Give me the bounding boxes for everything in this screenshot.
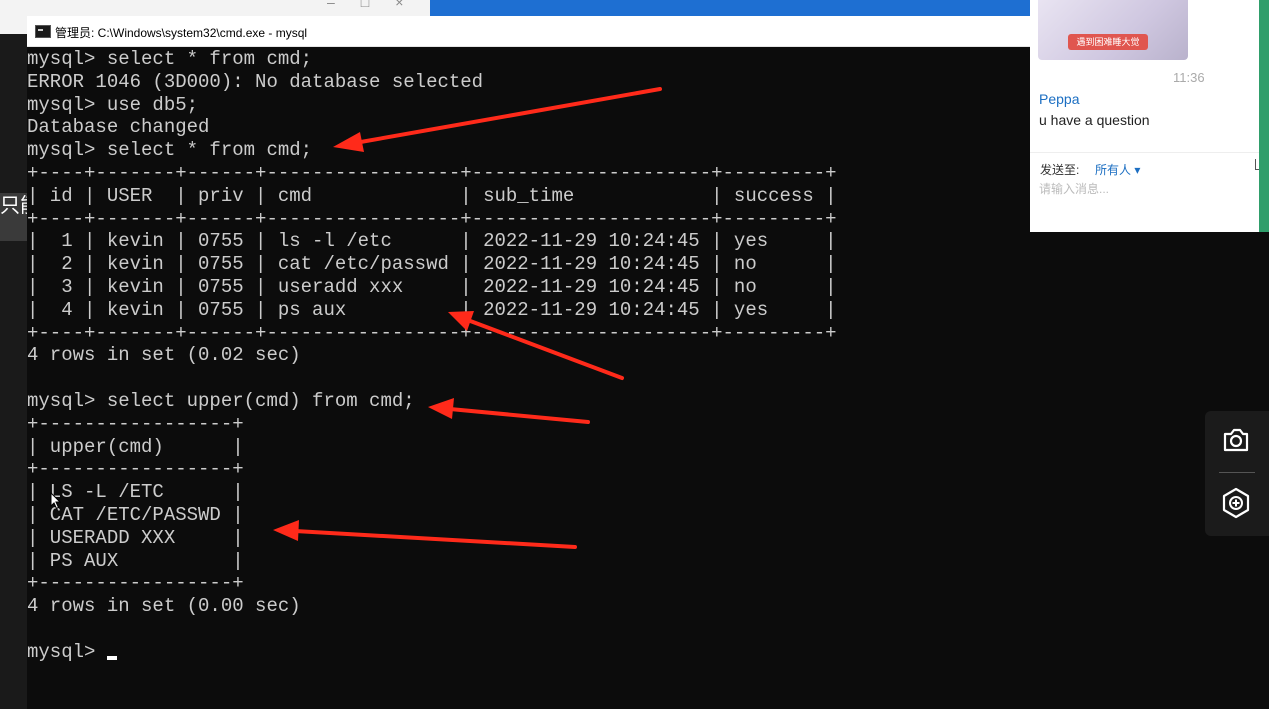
- background-window-titlebar: –□×: [27, 0, 430, 16]
- chat-message: u have a question: [1039, 112, 1150, 128]
- console-text: mysql> select * from cmd; ERROR 1046 (3D…: [27, 48, 837, 664]
- console-line: 4 rows in set (0.02 sec): [27, 344, 301, 367]
- console-line: 4 rows in set (0.00 sec): [27, 595, 301, 618]
- console-line: | 1 | kevin | 0755 | ls -l /etc | 2022-1…: [27, 230, 837, 253]
- console-line: +-----------------+: [27, 412, 244, 435]
- mouse-cursor-icon: [50, 492, 62, 510]
- window-title: 管理员: C:\Windows\system32\cmd.exe - mysql: [55, 26, 308, 40]
- chat-panel: 遇到困难睡大觉 11:36 Peppa u have a question 发送…: [1030, 0, 1269, 232]
- chat-timestamp: 11:36: [1173, 70, 1205, 85]
- console-line: Database changed: [27, 116, 210, 139]
- console-line: ERROR 1046 (3D000): No database selected: [27, 70, 484, 93]
- sticker-caption: 遇到困难睡大觉: [1068, 34, 1148, 50]
- console-line: | 4 | kevin | 0755 | ps aux | 2022-11-29…: [27, 298, 837, 321]
- console-line: mysql> select * from cmd;: [27, 48, 313, 70]
- chat-sender-name: Peppa: [1039, 91, 1080, 107]
- text-cursor: [106, 655, 117, 660]
- console-line: mysql>: [27, 640, 107, 663]
- console-line: | id | USER | priv | cmd | sub_time | su…: [27, 184, 837, 207]
- console-line: mysql> select * from cmd;: [27, 139, 313, 162]
- recipient-dropdown[interactable]: 所有人 ▾: [1095, 161, 1140, 178]
- console-line: | USERADD XXX |: [27, 526, 244, 549]
- background-window-controls: –□×: [327, 0, 430, 10]
- background-desktop: [430, 0, 1030, 16]
- hexagon-plus-icon[interactable]: [1219, 486, 1253, 520]
- chat-message-input[interactable]: [1039, 182, 1239, 196]
- cmd-icon: [35, 25, 51, 38]
- floating-toolbar: [1205, 411, 1269, 536]
- toolbar-divider: [1219, 472, 1255, 473]
- console-line: mysql> select upper(cmd) from cmd;: [27, 389, 415, 412]
- cmd-window-titlebar[interactable]: 管理员: C:\Windows\system32\cmd.exe - mysql: [27, 16, 1030, 47]
- send-to-label: 发送至:: [1040, 163, 1080, 177]
- background-app-strip: [0, 0, 27, 709]
- chat-panel-edge: [1259, 0, 1269, 232]
- console-line: mysql> use db5;: [27, 93, 199, 116]
- console-line: +----+-------+------+-----------------+-…: [27, 207, 837, 230]
- background-app-header: [0, 0, 27, 34]
- console-line: | PS AUX |: [27, 549, 244, 572]
- console-line: +-----------------+: [27, 572, 244, 595]
- console-line: +----+-------+------+-----------------+-…: [27, 321, 837, 344]
- console-line: +-----------------+: [27, 458, 244, 481]
- console-line: +----+-------+------+-----------------+-…: [27, 161, 837, 184]
- background-app-label: 只能: [0, 193, 27, 241]
- console-line: | 2 | kevin | 0755 | cat /etc/passwd | 2…: [27, 253, 837, 276]
- console-output[interactable]: mysql> select * from cmd; ERROR 1046 (3D…: [27, 47, 1030, 709]
- console-line: | 3 | kevin | 0755 | useradd xxx | 2022-…: [27, 275, 837, 298]
- camera-icon[interactable]: [1219, 423, 1253, 457]
- chat-divider: [1030, 152, 1259, 153]
- chat-sticker-image[interactable]: 遇到困难睡大觉: [1038, 0, 1188, 60]
- console-line: | upper(cmd) |: [27, 435, 244, 458]
